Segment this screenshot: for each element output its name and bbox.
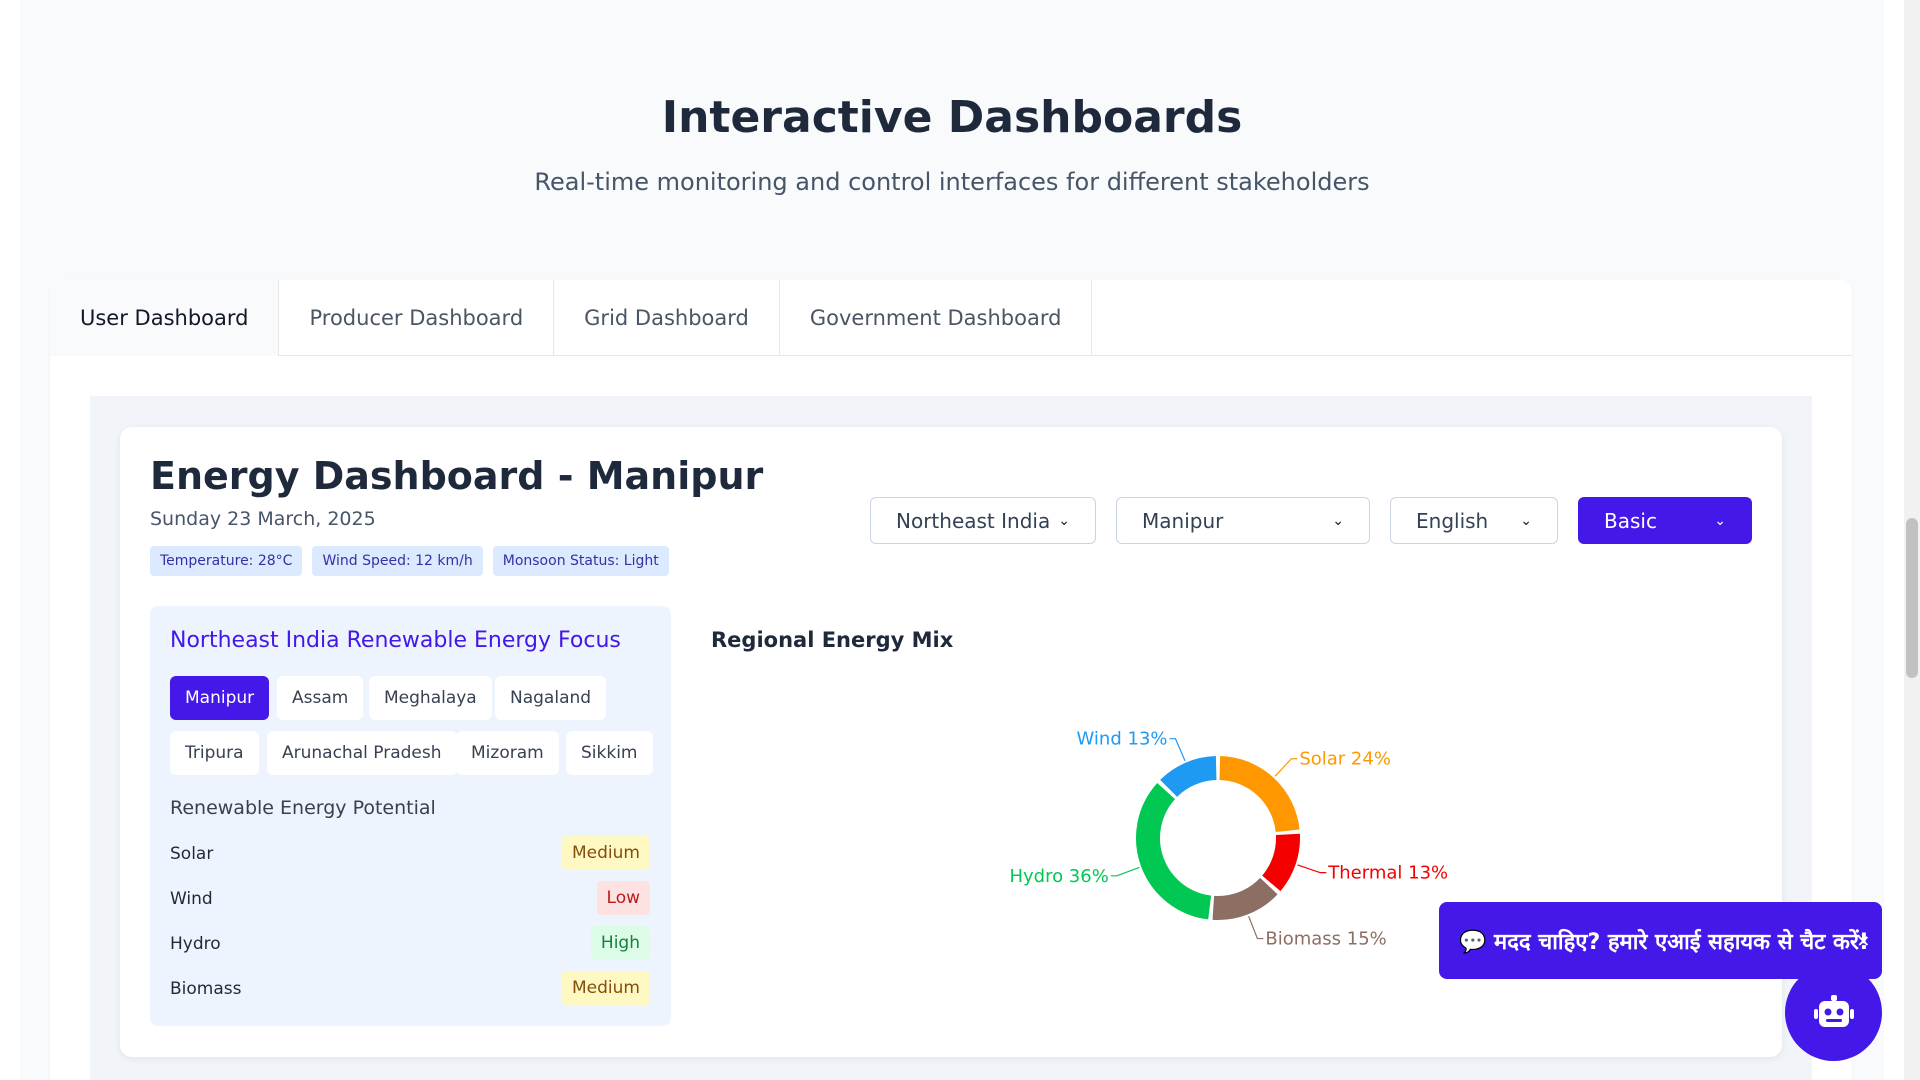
slice-leader-line	[1110, 866, 1140, 877]
donut-slice-hydro	[1136, 782, 1212, 920]
slice-label: Hydro 36%	[1009, 866, 1108, 887]
chatbot-button[interactable]	[1785, 964, 1882, 1061]
donut-slice-biomass	[1212, 877, 1278, 920]
slice-leader-line	[1274, 758, 1298, 777]
slice-label: Biomass 15%	[1265, 929, 1386, 950]
donut-slice-wind	[1160, 756, 1218, 798]
slice-leader-line	[1297, 864, 1327, 874]
robot-icon	[1813, 994, 1854, 1027]
close-icon[interactable]: ×	[1857, 931, 1870, 950]
slice-label: Thermal 13%	[1327, 863, 1448, 884]
chat-banner-text: 💬 मदद चाहिए? हमारे एआई सहायक से चैट करें…	[1459, 929, 1869, 955]
slice-leader-line	[1169, 738, 1186, 762]
donut-slice-solar	[1219, 756, 1300, 833]
donut-slice-thermal	[1261, 833, 1300, 892]
slice-leader-line	[1248, 915, 1264, 940]
slice-label: Solar 24%	[1299, 749, 1391, 770]
scrollbar-thumb[interactable]	[1906, 518, 1918, 678]
slice-label: Wind 13%	[1077, 729, 1168, 750]
